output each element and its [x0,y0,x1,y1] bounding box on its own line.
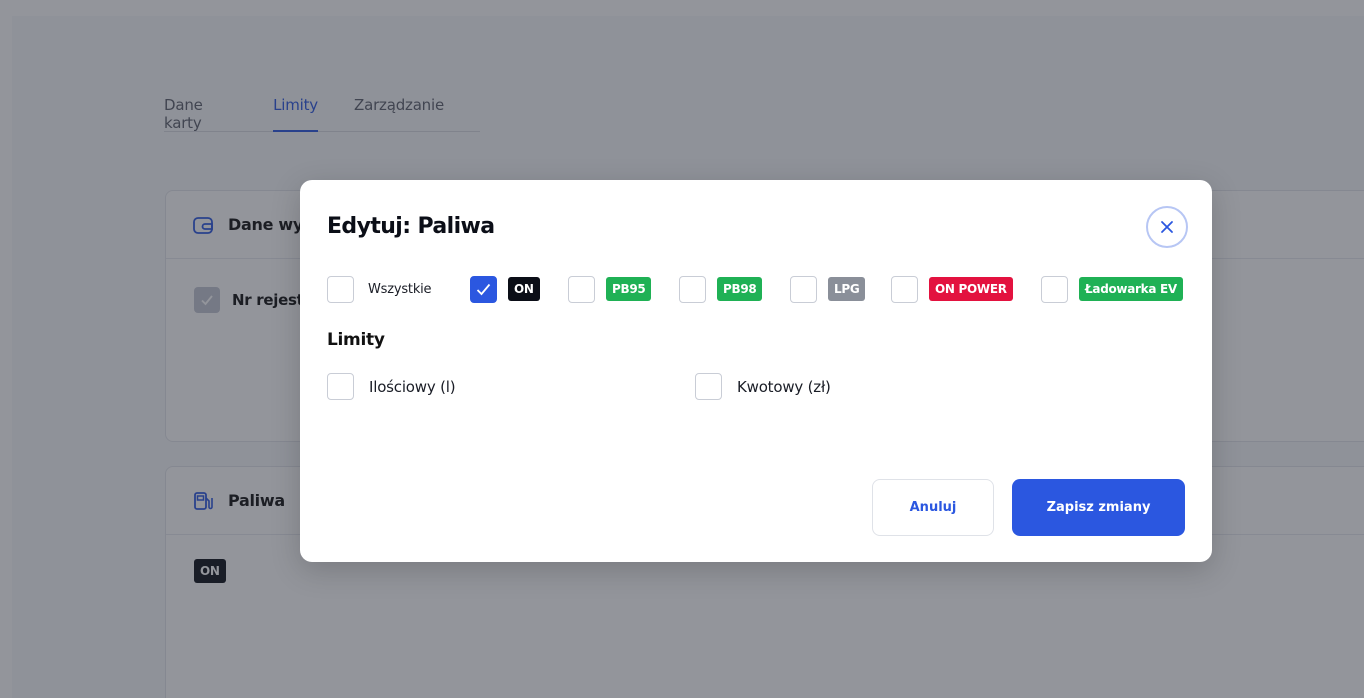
fuel-option-on-power[interactable]: ON POWER [891,275,1013,303]
checkbox-pb98[interactable] [679,275,706,303]
close-icon [1161,221,1173,233]
fuel-badge-pb95: PB95 [606,277,652,301]
fuel-badge-pb98: PB98 [717,277,763,301]
save-button[interactable]: Zapisz zmiany [1012,479,1185,536]
fuel-option-all[interactable]: Wszystkie [327,275,432,303]
limits-title: Limity [327,330,385,350]
modal-title: Edytuj: Paliwa [327,214,495,239]
checkbox-amount-limit[interactable] [695,373,722,400]
fuel-badge-lpg: LPG [828,277,866,301]
checkbox-pb95[interactable] [568,275,595,303]
fuel-badge-on: ON [508,277,540,301]
fuel-option-pb98[interactable]: PB98 [679,275,763,303]
checkbox-on[interactable] [470,275,497,303]
checkbox-quantity-limit[interactable] [327,373,354,400]
fuel-options: Wszystkie ON PB95 PB98 LPG ON POWER Łado… [327,275,1187,303]
fuel-badge-on-power: ON POWER [929,277,1013,301]
checkbox-ev[interactable] [1041,275,1068,303]
fuel-option-pb95[interactable]: PB95 [568,275,652,303]
fuel-option-lpg[interactable]: LPG [790,275,866,303]
checkbox-lpg[interactable] [790,275,817,303]
checkbox-on-power[interactable] [891,275,918,303]
fuel-badge-ev: Ładowarka EV [1079,277,1183,301]
edit-fuels-modal: Edytuj: Paliwa Wszystkie ON PB95 PB98 LP… [300,180,1212,562]
check-icon [476,283,491,295]
checkbox-all[interactable] [327,275,354,303]
limit-label-quantity: Ilościowy (l) [369,377,456,396]
fuel-option-ev[interactable]: Ładowarka EV [1041,275,1183,303]
cancel-button[interactable]: Anuluj [872,479,994,536]
limit-label-amount: Kwotowy (zł) [737,377,831,396]
fuel-option-label: Wszystkie [368,281,432,297]
limit-option-amount[interactable]: Kwotowy (zł) [695,373,831,400]
close-button[interactable] [1146,206,1188,248]
fuel-option-on[interactable]: ON [470,275,540,303]
limit-option-quantity[interactable]: Ilościowy (l) [327,373,456,400]
